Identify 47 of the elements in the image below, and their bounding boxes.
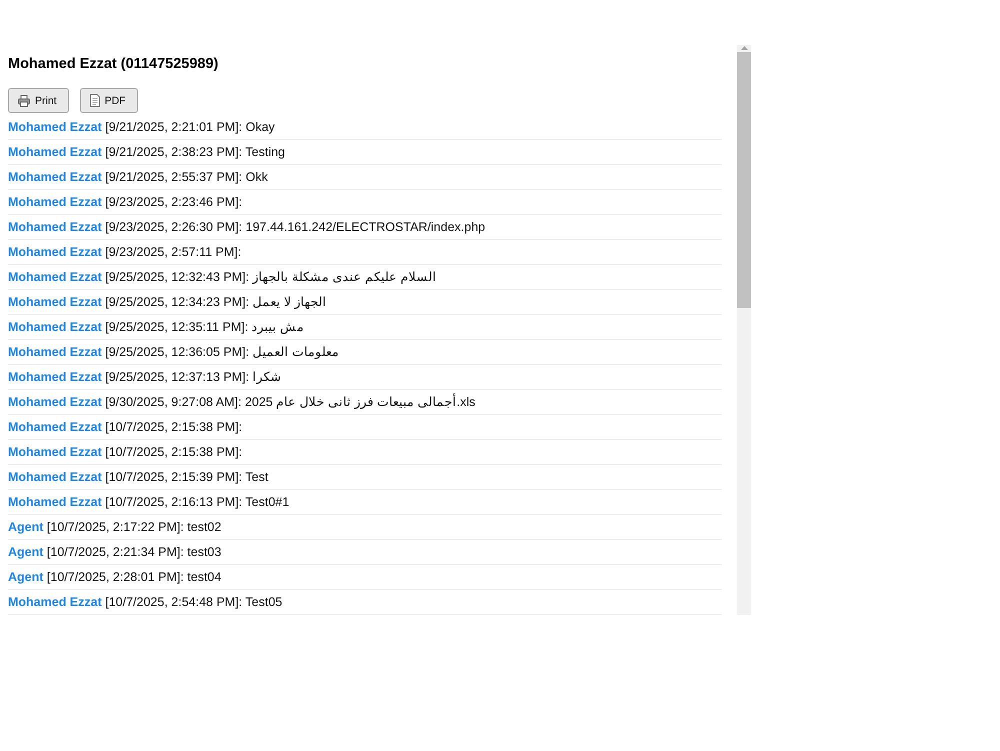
message-text: [9/23/2025, 2:57:11 PM]: [105, 245, 242, 259]
message-text: [9/25/2025, 12:35:11 PM]: مش بيبرد [105, 320, 304, 334]
sender-name: Mohamed Ezzat [8, 195, 102, 209]
message-text: [9/25/2025, 12:34:23 PM]: الجهاز لا يعمل [105, 295, 327, 309]
sender-name: Mohamed Ezzat [8, 295, 102, 309]
sender-name: Mohamed Ezzat [8, 170, 102, 184]
message-text: [10/7/2025, 2:16:13 PM]: Test0#1 [105, 495, 290, 509]
sender-name: Mohamed Ezzat [8, 120, 102, 134]
sender-name: Mohamed Ezzat [8, 495, 102, 509]
sender-name: Mohamed Ezzat [8, 220, 102, 234]
message-text: [9/23/2025, 2:23:46 PM]: [105, 195, 242, 209]
message-text: [10/7/2025, 2:28:01 PM]: test04 [46, 570, 222, 584]
message-text: [9/23/2025, 2:26:30 PM]: 197.44.161.242/ELECTROSTAR/index.php [105, 220, 486, 234]
printer-icon [18, 94, 30, 106]
sender-name: Agent [8, 570, 44, 584]
sender-name: Mohamed Ezzat [8, 445, 102, 459]
message-text: [9/25/2025, 12:36:05 PM]: معلومات العميل [105, 345, 340, 359]
sender-name: Mohamed Ezzat [8, 595, 102, 609]
sender-name: Agent [8, 545, 44, 559]
message-text: [9/25/2025, 12:37:13 PM]: شكرا [105, 370, 282, 384]
message-text: [9/21/2025, 2:55:37 PM]: Okk [105, 170, 268, 184]
pdf-button[interactable]: PDF [80, 88, 138, 113]
sender-name: Mohamed Ezzat [8, 270, 102, 284]
sender-name: Mohamed Ezzat [8, 320, 102, 334]
sender-name: Agent [8, 520, 44, 534]
print-button[interactable]: Print [8, 88, 69, 113]
message-text: [9/21/2025, 2:21:01 PM]: Okay [105, 120, 275, 134]
sender-name: Mohamed Ezzat [8, 245, 102, 259]
chat-title: Mohamed Ezzat (01147525989) [8, 55, 220, 74]
sender-name: Mohamed Ezzat [8, 345, 102, 359]
message-text: [10/7/2025, 2:15:39 PM]: Test [105, 470, 268, 484]
message-text: [10/7/2025, 2:54:48 PM]: Test05 [105, 595, 282, 609]
document-icon [90, 94, 100, 107]
scrollbar-thumb[interactable] [737, 52, 751, 308]
sender-name: Mohamed Ezzat [8, 420, 102, 434]
sender-name: Mohamed Ezzat [8, 395, 102, 409]
message-text: [9/25/2025, 12:32:43 PM]: السلام عليكم عندى مشكلة بالجهاز [105, 270, 436, 284]
scroll-up-icon[interactable] [740, 46, 748, 50]
message-text: [10/7/2025, 2:15:38 PM]: [105, 420, 242, 434]
sender-name: Mohamed Ezzat [8, 145, 102, 159]
message-text: [9/21/2025, 2:38:23 PM]: Testing [105, 145, 286, 159]
message-text: [10/7/2025, 2:21:34 PM]: test03 [46, 545, 222, 559]
message-text: [9/30/2025, 9:27:08 AM]: أجمالى مبيعات فرز ثانى خلال عام 2025.xls [105, 395, 476, 409]
sender-name: Mohamed Ezzat [8, 370, 102, 384]
sender-name: Mohamed Ezzat [8, 470, 102, 484]
message-text: [10/7/2025, 2:17:22 PM]: test02 [46, 520, 222, 534]
message-text: [10/7/2025, 2:15:38 PM]: [105, 445, 242, 459]
